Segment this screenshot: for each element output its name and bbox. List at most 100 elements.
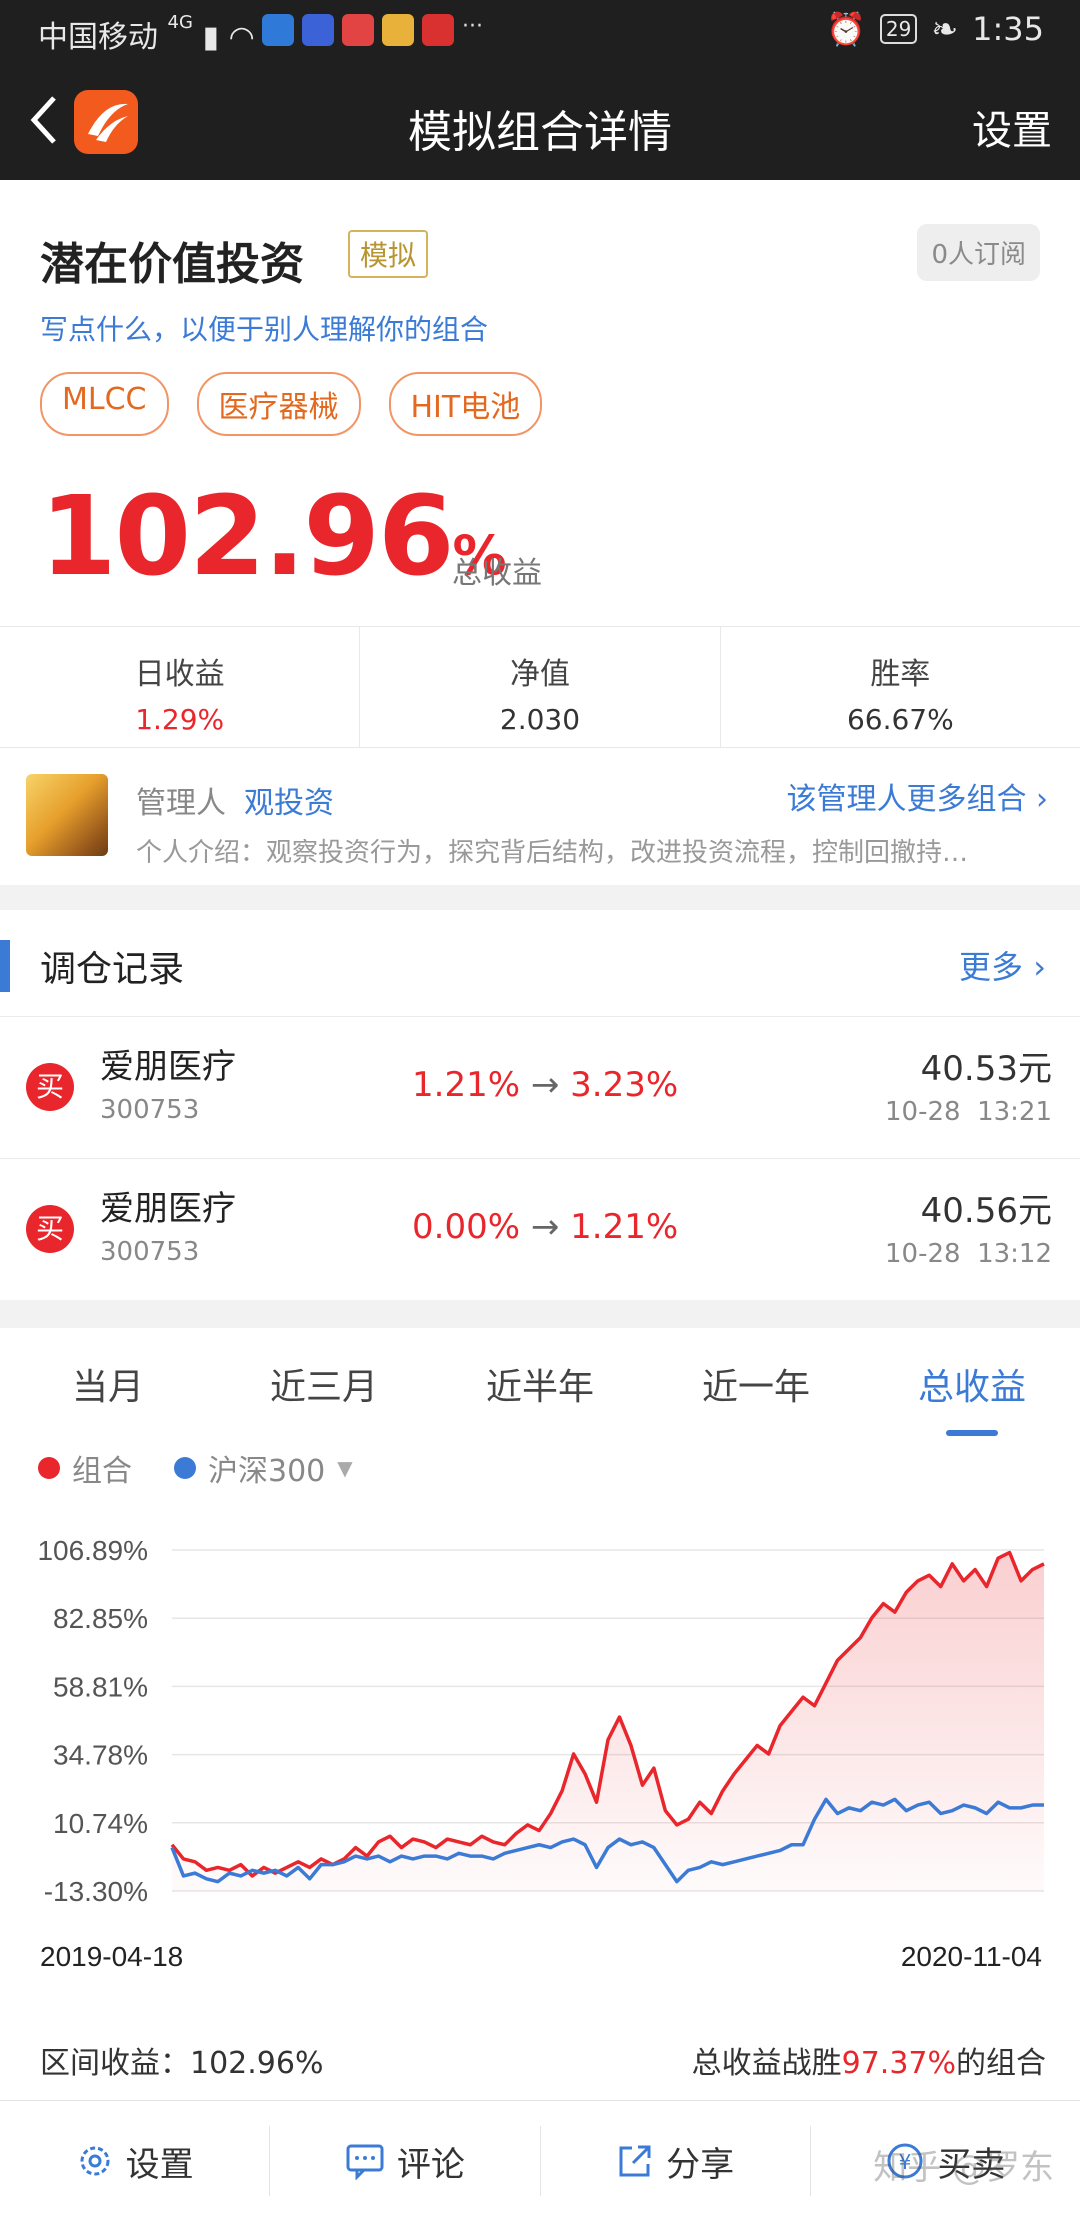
position-from: 0.00% (412, 1207, 521, 1247)
manager-name[interactable]: 观投资 (244, 778, 334, 822)
stock-name: 爱朋医疗 (100, 1189, 236, 1229)
total-return-value: 102.96 (40, 472, 454, 600)
beat-suffix: 的组合 (956, 2046, 1046, 2081)
stat-label: 胜率 (870, 657, 931, 692)
settings-action-button[interactable]: 设置 (0, 2126, 271, 2196)
tag[interactable]: HIT电池 (388, 372, 543, 436)
manager-avatar[interactable] (26, 774, 108, 856)
legend-dot-index (174, 1457, 196, 1479)
trades-more-label: 更多 (959, 948, 1024, 986)
legend-dot-portfolio (38, 1457, 60, 1479)
y-tick-label: 58.81% (53, 1671, 148, 1702)
total-return: 102.96% (40, 472, 507, 600)
battery-indicator: 29 (879, 14, 918, 44)
buy-icon: 买 (26, 1063, 74, 1111)
manager-more-link[interactable]: 该管理人更多组合 › (786, 774, 1048, 818)
caret-down-icon[interactable]: ▼ (337, 1456, 352, 1480)
position-from: 1.21% (412, 1065, 521, 1105)
share-button[interactable]: 分享 (541, 2126, 811, 2196)
section-title: 调仓记录 (40, 949, 185, 990)
portfolio-name: 潜在价值投资 (40, 239, 304, 290)
period-tabs: 当月 近三月 近半年 近一年 总收益 (0, 1358, 1080, 1436)
subscribe-button[interactable]: 0人订阅 (917, 224, 1040, 281)
gear-icon (80, 2146, 110, 2176)
y-tick-label: 82.85% (53, 1603, 148, 1634)
beat-percentile: 总收益战胜97.37%的组合 (692, 2038, 1046, 2082)
app-icon (422, 14, 454, 46)
x-tick-label: 2020-11-04 (901, 1941, 1042, 1972)
tag-list: MLCC 医疗器械 HIT电池 (40, 372, 543, 436)
signal-icon: ▮ (202, 20, 220, 55)
y-tick-label: 34.78% (53, 1740, 148, 1771)
notification-icons: ··· (262, 14, 483, 46)
performance-chart: 106.89% 82.85% 58.81% 34.78% 10.74% -13.30% 20… (37, 1535, 1045, 1972)
app-icon (262, 14, 294, 46)
manager-role-label: 管理人 (136, 786, 226, 821)
stats-row: 日收益 1.29% 净值 2.030 胜率 66.67% (0, 626, 1080, 748)
comment-button[interactable]: 评论 (270, 2126, 541, 2196)
app-icon (382, 14, 414, 46)
tab-total-return[interactable]: 总收益 (864, 1358, 1080, 1436)
manager-intro: 个人介绍：观察投资行为，探究背后结构，改进投资流程，控制回撤持… (136, 838, 969, 868)
portfolio-card: 潜在价值投资 模拟 0人订阅 写点什么，以便于别人理解你的组合 MLCC 医疗器… (0, 180, 1080, 885)
trade-records-section: 调仓记录 更多 › 买 爱朋医疗 300753 1.21% → 3.23% 40… (0, 910, 1080, 1300)
y-tick-label: 106.89% (37, 1535, 148, 1566)
trade-time: 10-28 13:12 (884, 1239, 1052, 1269)
stat-label: 净值 (509, 657, 570, 692)
x-tick-label: 2019-04-18 (40, 1941, 183, 1972)
comment-label: 评论 (396, 2144, 465, 2185)
settings-button[interactable]: 设置 (972, 98, 1052, 156)
position-to: 3.23% (570, 1065, 679, 1105)
app-icon (302, 14, 334, 46)
tab-1-year[interactable]: 近一年 (648, 1358, 864, 1422)
status-bar: 中国移动 4G ▮ ◠ ··· ⏰ 29 ❧ 1:35 (0, 0, 1080, 68)
tab-3-months[interactable]: 近三月 (216, 1358, 432, 1422)
trade-row[interactable]: 买 爱朋医疗 300753 0.00% → 1.21% 40.56元 10-28… (0, 1158, 1080, 1301)
stat-value: 66.67% (846, 703, 954, 736)
tag[interactable]: MLCC (40, 372, 169, 436)
tag[interactable]: 医疗器械 (196, 372, 361, 436)
wifi-icon: ◠ (228, 20, 255, 55)
range-return: 区间收益：102.96% (40, 2038, 323, 2082)
chart-legend: 组合 沪深300 ▼ (38, 1446, 353, 1490)
arrow-right-icon: → (530, 1207, 560, 1247)
stat-value: 1.29% (135, 703, 225, 736)
beat-prefix: 总收益战胜 (691, 2046, 842, 2081)
nav-bar: 模拟组合详情 设置 (0, 68, 1080, 180)
legend-index-selector[interactable]: 沪深300 (208, 1446, 325, 1490)
settings-action-label: 设置 (125, 2144, 194, 2185)
trade-time: 10-28 13:21 (884, 1097, 1052, 1127)
beat-value: 97.37% (841, 2046, 956, 2081)
manager-row[interactable]: 管理人 观投资 该管理人更多组合 › 个人介绍：观察投资行为，探究背后结构，改进… (0, 746, 1080, 884)
portfolio-description[interactable]: 写点什么，以便于别人理解你的组合 (40, 308, 488, 348)
y-tick-label: -13.30% (44, 1876, 148, 1907)
range-return-value: 102.96% (190, 2046, 324, 2081)
stat-win-rate: 胜率 66.67% (721, 627, 1080, 747)
stock-code: 300753 (100, 1237, 200, 1267)
stat-value: 2.030 (499, 703, 581, 736)
range-return-label: 区间收益： (40, 2046, 190, 2081)
trade-row[interactable]: 买 爱朋医疗 300753 1.21% → 3.23% 40.53元 10-28… (0, 1016, 1080, 1159)
stat-daily-return: 日收益 1.29% (0, 627, 361, 747)
stat-nav: 净值 2.030 (360, 627, 721, 747)
stock-code: 300753 (100, 1095, 200, 1125)
trade-price: 40.56元 (920, 1191, 1052, 1231)
alarm-icon: ⏰ (826, 10, 866, 48)
buy-icon: 买 (26, 1205, 74, 1253)
manager-more-label: 该管理人更多组合 (786, 782, 1027, 817)
tab-month[interactable]: 当月 (0, 1358, 216, 1422)
performance-chart-card: 当月 近三月 近半年 近一年 总收益 组合 沪深300 ▼ 106.89% 82.… (0, 1328, 1080, 2100)
trades-more-link[interactable]: 更多 › (959, 942, 1046, 988)
network-type: 4G (167, 12, 193, 33)
more-notifications: ··· (462, 14, 483, 39)
legend-portfolio: 组合 (72, 1454, 132, 1489)
arrow-right-icon: → (530, 1065, 560, 1105)
tab-6-months[interactable]: 近半年 (432, 1358, 648, 1422)
simulated-badge: 模拟 (348, 230, 429, 278)
share-label: 分享 (666, 2144, 735, 2185)
leaf-icon: ❧ (931, 10, 959, 48)
app-icon (342, 14, 374, 46)
watermark: 知乎 @罗东 (873, 2148, 1054, 2188)
position-change: 0.00% → 1.21% (412, 1207, 678, 1247)
share-icon (619, 2145, 651, 2177)
